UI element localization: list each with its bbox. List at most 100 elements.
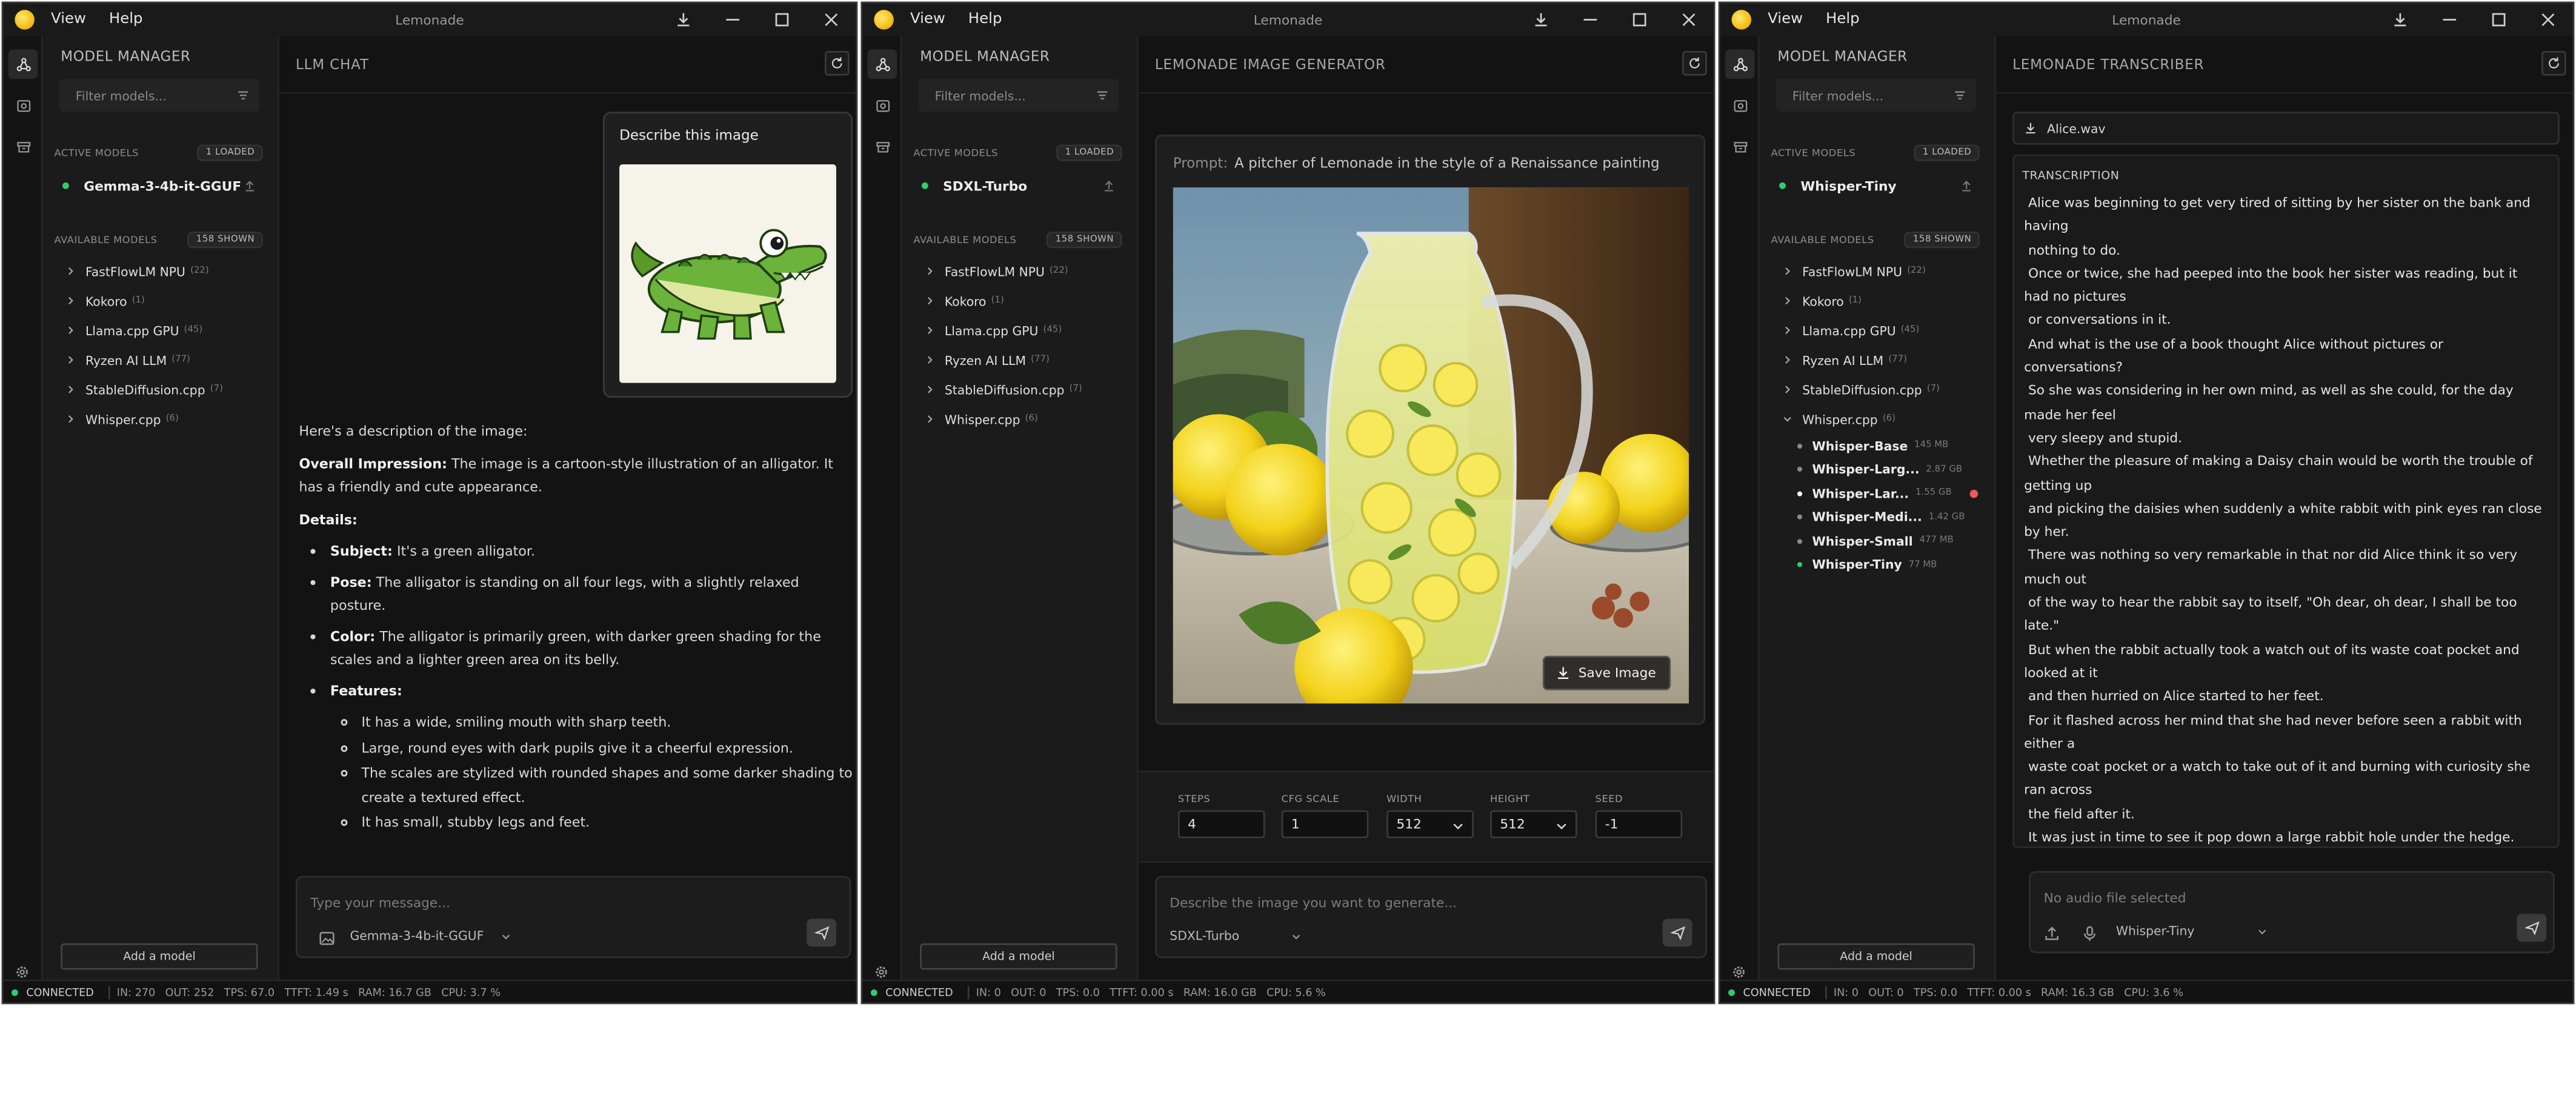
audio-file-input[interactable]	[2043, 881, 2471, 914]
settings-button[interactable]	[1731, 955, 1746, 978]
title-bar[interactable]: View Help Lemonade	[862, 3, 1714, 36]
category-whisper-expanded[interactable]: Whisper.cpp (6)	[1760, 404, 1995, 434]
rail-chat-button[interactable]	[1725, 49, 1755, 79]
transcribe-button[interactable]	[2517, 914, 2547, 942]
category-kokoro[interactable]: Kokoro (1)	[42, 286, 278, 316]
category-whisper[interactable]: Whisper.cpp (6)	[42, 404, 278, 434]
microphone-icon[interactable]	[2082, 925, 2098, 941]
add-model-button[interactable]: Add a model	[61, 943, 258, 970]
filter-icon[interactable]	[1096, 89, 1109, 102]
category-ryzen-ai[interactable]: Ryzen AI LLM (77)	[1760, 345, 1995, 375]
rail-chat-button[interactable]	[867, 49, 897, 79]
category-llamacpp[interactable]: Llama.cpp GPU (45)	[902, 316, 1137, 346]
active-model-row[interactable]: SDXL-Turbo	[921, 174, 1122, 197]
maximize-button[interactable]	[1615, 3, 1664, 36]
category-llamacpp[interactable]: Llama.cpp GPU (45)	[1760, 316, 1995, 346]
rail-storage-button[interactable]	[1730, 136, 1750, 156]
category-whisper[interactable]: Whisper.cpp (6)	[902, 404, 1137, 434]
minimize-button[interactable]	[708, 3, 757, 36]
download-button[interactable]	[659, 3, 708, 36]
category-ryzen-ai[interactable]: Ryzen AI LLM (77)	[42, 345, 278, 375]
close-button[interactable]	[2523, 3, 2572, 36]
model-select[interactable]: Gemma-3-4b-it-GGUF	[350, 929, 510, 943]
rail-image-button[interactable]	[873, 95, 893, 115]
audio-file-row[interactable]: Alice.wav	[2012, 112, 2560, 145]
connection-status: CONNECTED	[1743, 985, 1811, 998]
rail-storage-button[interactable]	[873, 136, 893, 156]
active-model-row[interactable]: Whisper-Tiny	[1779, 174, 1980, 197]
maximize-button[interactable]	[2474, 3, 2523, 36]
model-item-whisper-base[interactable]: Whisper-Base 145 MB	[1760, 434, 1995, 458]
model-select[interactable]: Whisper-Tiny	[2116, 924, 2267, 938]
category-count: (6)	[165, 414, 179, 424]
image-prompt-input[interactable]	[1170, 886, 1597, 919]
refresh-button[interactable]	[1682, 51, 1707, 76]
filter-input[interactable]	[918, 79, 1083, 112]
category-kokoro[interactable]: Kokoro (1)	[902, 286, 1137, 316]
height-select[interactable]: 512	[1489, 810, 1577, 838]
active-model-row[interactable]: Gemma-3-4b-it-GGUF	[62, 174, 263, 197]
menu-help[interactable]: Help	[1826, 12, 1860, 28]
category-fastflowlm[interactable]: FastFlowLM NPU (22)	[42, 256, 278, 286]
model-item-whisper-tiny[interactable]: Whisper-Tiny 77 MB	[1760, 553, 1995, 577]
stat-out: OUT: 0	[1868, 985, 1904, 998]
menu-view[interactable]: View	[910, 12, 945, 28]
model-item-whisper-large-2[interactable]: Whisper-Lar... 1.55 GB	[1760, 481, 1995, 505]
filter-icon[interactable]	[236, 89, 250, 102]
generate-button[interactable]	[1662, 918, 1692, 947]
download-icon[interactable]	[2024, 122, 2037, 135]
upload-icon[interactable]	[2044, 925, 2060, 941]
steps-input[interactable]: 4	[1177, 810, 1265, 838]
filter-icon[interactable]	[1953, 89, 1966, 102]
menu-help[interactable]: Help	[109, 12, 143, 28]
category-stablediffusion[interactable]: StableDiffusion.cpp (7)	[1760, 375, 1995, 404]
menu-view[interactable]: View	[1768, 12, 1803, 28]
rail-image-button[interactable]	[13, 95, 33, 115]
save-image-button[interactable]: Save Image	[1542, 655, 1671, 690]
download-button[interactable]	[2375, 3, 2425, 36]
message-input[interactable]	[310, 886, 738, 919]
model-item-whisper-small[interactable]: Whisper-Small 477 MB	[1760, 529, 1995, 553]
add-model-button[interactable]: Add a model	[1777, 943, 1975, 970]
category-fastflowlm[interactable]: FastFlowLM NPU (22)	[1760, 256, 1995, 286]
chevron-right-icon	[1785, 267, 1790, 275]
filter-input[interactable]	[59, 79, 224, 112]
title-bar[interactable]: View Help Lemonade	[3, 3, 856, 36]
unload-icon[interactable]	[243, 179, 256, 193]
close-button[interactable]	[1664, 3, 1713, 36]
unload-icon[interactable]	[1960, 179, 1973, 193]
settings-button[interactable]	[874, 955, 888, 978]
category-stablediffusion[interactable]: StableDiffusion.cpp (7)	[42, 375, 278, 404]
add-model-button[interactable]: Add a model	[920, 943, 1117, 970]
category-kokoro[interactable]: Kokoro (1)	[1760, 286, 1995, 316]
image-attach-icon[interactable]	[319, 930, 335, 946]
model-item-whisper-medium[interactable]: Whisper-Medi... 1.42 GB	[1760, 506, 1995, 529]
seed-input[interactable]: -1	[1595, 810, 1683, 838]
settings-button[interactable]	[15, 955, 29, 978]
refresh-button[interactable]	[2541, 51, 2566, 76]
menu-help[interactable]: Help	[968, 12, 1002, 28]
filter-input[interactable]	[1776, 79, 1940, 112]
minimize-button[interactable]	[2425, 3, 2474, 36]
category-llamacpp[interactable]: Llama.cpp GPU (45)	[42, 316, 278, 346]
model-select[interactable]: SDXL-Turbo	[1170, 929, 1302, 943]
rail-image-button[interactable]	[1730, 95, 1750, 115]
unload-icon[interactable]	[1102, 179, 1116, 193]
close-button[interactable]	[807, 3, 856, 36]
refresh-button[interactable]	[824, 51, 850, 76]
send-button[interactable]	[807, 918, 836, 947]
model-item-whisper-large-1[interactable]: Whisper-Larg... 2.87 GB	[1760, 458, 1995, 481]
rail-storage-button[interactable]	[13, 136, 33, 156]
download-button[interactable]	[1516, 3, 1565, 36]
category-fastflowlm[interactable]: FastFlowLM NPU (22)	[902, 256, 1137, 286]
minimize-button[interactable]	[1566, 3, 1615, 36]
title-bar[interactable]: View Help Lemonade	[1720, 3, 2573, 36]
category-stablediffusion[interactable]: StableDiffusion.cpp (7)	[902, 375, 1137, 404]
model-status-dot	[1797, 562, 1803, 568]
category-ryzen-ai[interactable]: Ryzen AI LLM (77)	[902, 345, 1137, 375]
menu-view[interactable]: View	[51, 12, 86, 28]
rail-chat-button[interactable]	[8, 49, 38, 79]
cfg-scale-input[interactable]: 1	[1281, 810, 1369, 838]
width-select[interactable]: 512	[1386, 810, 1474, 838]
maximize-button[interactable]	[757, 3, 807, 36]
